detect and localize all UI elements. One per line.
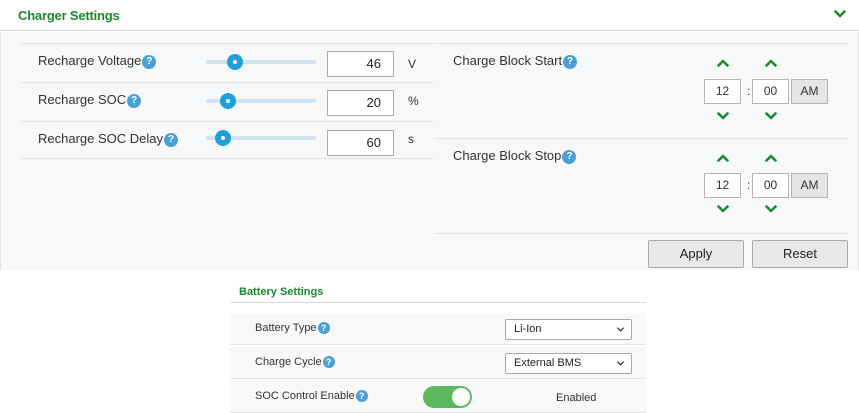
soc-control-status: Enabled	[556, 392, 597, 404]
recharge-voltage-label-text: Recharge Voltage	[38, 53, 142, 68]
recharge-voltage-input[interactable]: 46	[327, 51, 394, 77]
battery-type-label: Battery Type?	[255, 322, 330, 335]
help-icon[interactable]: ?	[562, 149, 577, 164]
help-icon[interactable]: ?	[142, 54, 157, 69]
help-icon[interactable]: ?	[563, 54, 578, 69]
hour-decrement-icon[interactable]	[717, 111, 729, 121]
apply-button[interactable]: Apply	[648, 240, 744, 268]
recharge-voltage-row: Recharge Voltage? 46 V	[21, 43, 433, 81]
recharge-soc-row: Recharge SOC? 20 %	[21, 82, 433, 120]
help-icon[interactable]: ?	[317, 322, 330, 335]
hour-increment-icon[interactable]	[717, 153, 729, 163]
battery-settings-header[interactable]: Battery Settings	[230, 270, 646, 303]
recharge-soc-label: Recharge SOC?	[38, 92, 142, 108]
charge-cycle-label: Charge Cycle?	[255, 356, 335, 369]
ampm-toggle-button[interactable]: AM	[791, 173, 828, 198]
charger-settings-header[interactable]: Charger Settings	[0, 0, 859, 31]
chevron-down-icon	[616, 359, 625, 368]
hour-increment-icon[interactable]	[717, 58, 729, 68]
hour-input[interactable]: 12	[704, 79, 741, 104]
help-icon[interactable]: ?	[164, 132, 178, 147]
help-icon[interactable]: ?	[322, 356, 335, 369]
battery-type-row: Battery Type? Li-Ion	[230, 313, 646, 345]
minute-increment-icon[interactable]	[765, 58, 777, 68]
slider-thumb[interactable]	[220, 93, 236, 109]
recharge-soc-delay-input[interactable]: 60	[327, 130, 394, 156]
recharge-soc-input[interactable]: 20	[327, 90, 394, 116]
time-colon: :	[747, 178, 751, 192]
charge-cycle-label-text: Charge Cycle	[255, 356, 322, 368]
reset-button[interactable]: Reset	[752, 240, 848, 268]
slider-thumb[interactable]	[214, 130, 231, 146]
charge-block-start-section: Charge Block Start? 12 : 00 AM	[434, 43, 848, 138]
battery-settings-panel: Battery Settings Battery Type? Li-Ion Ch…	[230, 270, 646, 413]
minute-increment-icon[interactable]	[765, 153, 777, 163]
charger-settings-body: Recharge Voltage? 46 V Recharge SOC? 20 …	[0, 32, 859, 270]
battery-type-value: Li-Ion	[514, 323, 542, 335]
charge-cycle-row: Charge Cycle? External BMS	[230, 347, 646, 379]
recharge-voltage-unit: V	[408, 57, 417, 71]
recharge-soc-delay-unit: s	[408, 132, 414, 146]
charge-block-start-label-text: Charge Block Start	[453, 53, 563, 68]
charger-settings-panel: Charger Settings Recharge Voltage? 46 V …	[0, 0, 859, 270]
soc-control-enable-label: SOC Control Enable?	[255, 390, 368, 403]
slider-thumb[interactable]	[226, 54, 243, 70]
charge-cycle-select[interactable]: External BMS	[505, 353, 632, 374]
soc-control-enable-row: SOC Control Enable? Enabled	[230, 381, 646, 413]
help-icon[interactable]: ?	[127, 93, 142, 108]
time-colon: :	[747, 84, 751, 98]
chevron-down-icon	[616, 325, 625, 334]
recharge-voltage-slider[interactable]	[206, 54, 316, 70]
ampm-toggle-button[interactable]: AM	[791, 79, 828, 104]
recharge-soc-slider[interactable]	[206, 93, 316, 109]
charge-block-start-label: Charge Block Start?	[453, 53, 578, 69]
hour-input[interactable]: 12	[704, 173, 741, 198]
hour-decrement-icon[interactable]	[717, 204, 729, 214]
battery-type-label-text: Battery Type	[255, 322, 317, 334]
charge-cycle-value: External BMS	[514, 357, 582, 369]
soc-control-enable-label-text: SOC Control Enable	[255, 390, 355, 402]
minute-input[interactable]: 00	[752, 173, 789, 198]
charge-block-stop-label: Charge Block Stop?	[453, 148, 577, 164]
charger-settings-title: Charger Settings	[18, 8, 120, 23]
recharge-soc-delay-slider[interactable]	[206, 130, 316, 146]
toggle-knob	[452, 388, 470, 406]
help-icon[interactable]: ?	[355, 390, 368, 403]
row-divider	[21, 158, 433, 159]
recharge-voltage-label: Recharge Voltage?	[38, 53, 157, 69]
battery-type-select[interactable]: Li-Ion	[505, 319, 632, 340]
section-divider	[434, 233, 848, 234]
recharge-soc-delay-row: Recharge SOC Delay? 60 s	[21, 121, 433, 159]
minute-input[interactable]: 00	[752, 79, 789, 104]
battery-settings-title: Battery Settings	[239, 286, 324, 298]
minute-decrement-icon[interactable]	[765, 111, 777, 121]
chevron-down-icon[interactable]	[834, 8, 846, 20]
soc-control-toggle[interactable]	[423, 386, 472, 408]
minute-decrement-icon[interactable]	[765, 204, 777, 214]
recharge-soc-delay-label-text: Recharge SOC Delay	[38, 131, 163, 146]
charge-block-stop-label-text: Charge Block Stop	[453, 148, 562, 163]
charge-block-stop-section: Charge Block Stop? 12 : 00 AM	[434, 138, 848, 233]
recharge-soc-label-text: Recharge SOC	[38, 92, 127, 107]
recharge-soc-delay-label: Recharge SOC Delay?	[38, 131, 178, 147]
recharge-soc-unit: %	[408, 94, 419, 108]
